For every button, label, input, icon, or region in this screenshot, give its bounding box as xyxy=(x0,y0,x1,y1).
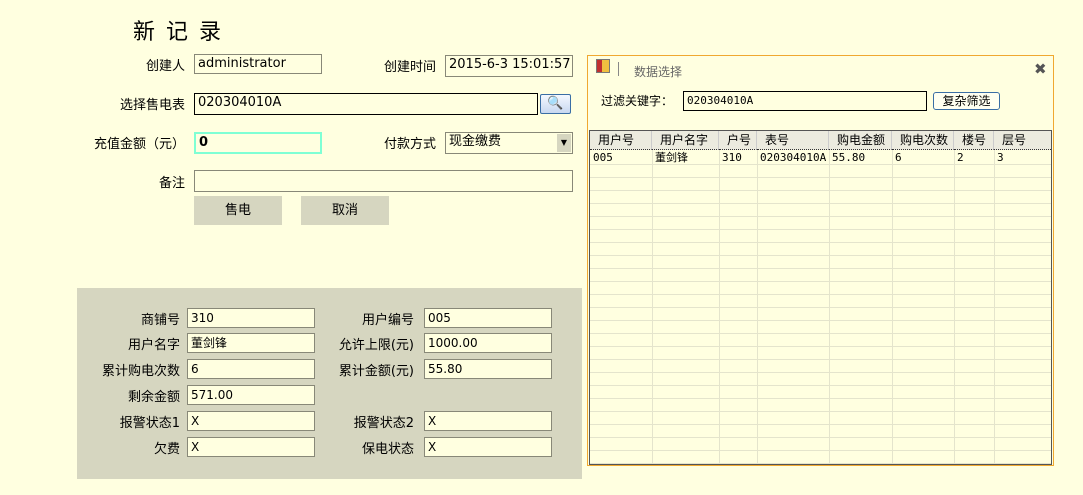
amount-field[interactable]: 0 xyxy=(194,132,322,154)
count-field[interactable]: 6 xyxy=(187,359,315,379)
data-grid[interactable]: 用户号 用户名字 户号 表号 购电金额 购电次数 楼号 层号 005 董剑锋 310 02030401… xyxy=(589,130,1052,465)
column-header[interactable]: 表号 xyxy=(757,131,829,150)
table-cell[interactable]: 310 xyxy=(719,151,742,164)
separator xyxy=(618,62,619,76)
grid-line xyxy=(590,372,1051,373)
column-header[interactable]: 购电次数 xyxy=(892,131,954,150)
alarm1-label: 报警状态1 xyxy=(119,416,180,431)
uid-field[interactable]: 005 xyxy=(424,308,552,328)
grid-line xyxy=(590,255,1051,256)
grid-line xyxy=(590,385,1051,386)
close-icon[interactable]: ✖ xyxy=(1034,60,1047,78)
name-label: 用户名字 xyxy=(127,338,180,353)
time-field[interactable]: 2015-6-3 15:01:57 xyxy=(445,55,573,77)
total-label: 累计金额(元) xyxy=(338,364,414,379)
grid-line xyxy=(590,203,1051,204)
meter-field[interactable]: 020304010A xyxy=(194,93,538,115)
grid-line xyxy=(590,307,1051,308)
pay-label: 付款方式 xyxy=(383,137,436,152)
grid-line xyxy=(590,177,1051,178)
limit-label: 允许上限(元) xyxy=(338,338,414,353)
advanced-filter-button[interactable]: 复杂筛选 xyxy=(933,92,1000,110)
creator-label: 创建人 xyxy=(145,59,185,74)
table-cell[interactable]: 3 xyxy=(994,151,1004,164)
grid-line xyxy=(590,242,1051,243)
sell-button[interactable]: 售电 xyxy=(194,196,282,225)
selector-title: 数据选择 xyxy=(634,65,683,79)
grid-line xyxy=(719,150,720,464)
app-icon xyxy=(596,59,610,73)
grid-line xyxy=(590,398,1051,399)
total-field[interactable]: 55.80 xyxy=(424,359,552,379)
shop-field[interactable]: 310 xyxy=(187,308,315,328)
pay-value: 现金缴费 xyxy=(449,134,502,149)
grid-line xyxy=(590,463,1051,464)
alarm1-field[interactable]: X xyxy=(187,411,315,431)
grid-line xyxy=(590,229,1051,230)
form-title: 新 记 录 xyxy=(133,20,223,45)
grid-line xyxy=(829,150,830,464)
grid-line xyxy=(954,150,955,464)
column-header[interactable]: 用户名字 xyxy=(652,131,719,150)
grid-line xyxy=(590,268,1051,269)
alarm2-field[interactable]: X xyxy=(424,411,552,431)
creator-field[interactable]: administrator xyxy=(194,54,322,74)
remain-field[interactable]: 571.00 xyxy=(187,385,315,405)
count-label: 累计购电次数 xyxy=(101,364,180,379)
note-field[interactable] xyxy=(194,170,573,192)
grid-line xyxy=(652,150,653,464)
table-cell[interactable]: 55.80 xyxy=(829,151,865,164)
uid-label: 用户编号 xyxy=(361,313,414,328)
keep-label: 保电状态 xyxy=(361,442,414,457)
grid-line xyxy=(892,150,893,464)
column-header[interactable]: 用户号 xyxy=(590,131,652,150)
grid-line xyxy=(590,320,1051,321)
amount-label: 充值金额（元） xyxy=(93,137,185,152)
table-cell[interactable]: 2 xyxy=(954,151,964,164)
filter-field[interactable]: 020304010A xyxy=(683,91,927,111)
shop-label: 商铺号 xyxy=(140,313,180,328)
alarm2-label: 报警状态2 xyxy=(353,416,414,431)
grid-line xyxy=(590,190,1051,191)
grid-line xyxy=(590,281,1051,282)
column-header[interactable]: 购电金额 xyxy=(829,131,892,150)
user-info-panel: 商铺号 310 用户编号 005 用户名字 董剑锋 允许上限(元) 1000.0… xyxy=(77,288,582,479)
remain-label: 剩余金额 xyxy=(127,390,180,405)
magnifier-icon: 🔍 xyxy=(547,96,564,111)
grid-line xyxy=(590,333,1051,334)
grid-line xyxy=(590,411,1051,412)
keep-field[interactable]: X xyxy=(424,437,552,457)
grid-line xyxy=(590,450,1051,451)
name-field[interactable]: 董剑锋 xyxy=(187,333,315,353)
time-label: 创建时间 xyxy=(383,60,436,75)
pay-select[interactable]: 现金缴费 ▼ xyxy=(445,132,573,154)
owe-label: 欠费 xyxy=(153,442,180,457)
table-cell[interactable]: 020304010A xyxy=(757,151,826,164)
column-header[interactable]: 户号 xyxy=(719,131,757,150)
column-header[interactable]: 楼号 xyxy=(954,131,994,150)
grid-line xyxy=(590,424,1051,425)
chevron-down-icon: ▼ xyxy=(557,134,571,152)
grid-line xyxy=(590,164,1051,165)
grid-line xyxy=(590,359,1051,360)
grid-line xyxy=(590,346,1051,347)
note-label: 备注 xyxy=(158,176,185,191)
filter-label: 过滤关键字： xyxy=(601,94,674,108)
grid-line xyxy=(994,150,995,464)
grid-line xyxy=(590,216,1051,217)
limit-field[interactable]: 1000.00 xyxy=(424,333,552,353)
grid-line xyxy=(590,437,1051,438)
meter-label: 选择售电表 xyxy=(119,98,185,113)
grid-line xyxy=(590,294,1051,295)
grid-line xyxy=(757,150,758,464)
table-cell[interactable]: 6 xyxy=(892,151,902,164)
column-header[interactable]: 层号 xyxy=(994,131,1051,150)
search-button[interactable]: 🔍 xyxy=(540,94,571,114)
owe-field[interactable]: X xyxy=(187,437,315,457)
cancel-button[interactable]: 取消 xyxy=(301,196,389,225)
table-cell[interactable]: 005 xyxy=(590,151,613,164)
table-cell[interactable]: 董剑锋 xyxy=(652,151,688,164)
